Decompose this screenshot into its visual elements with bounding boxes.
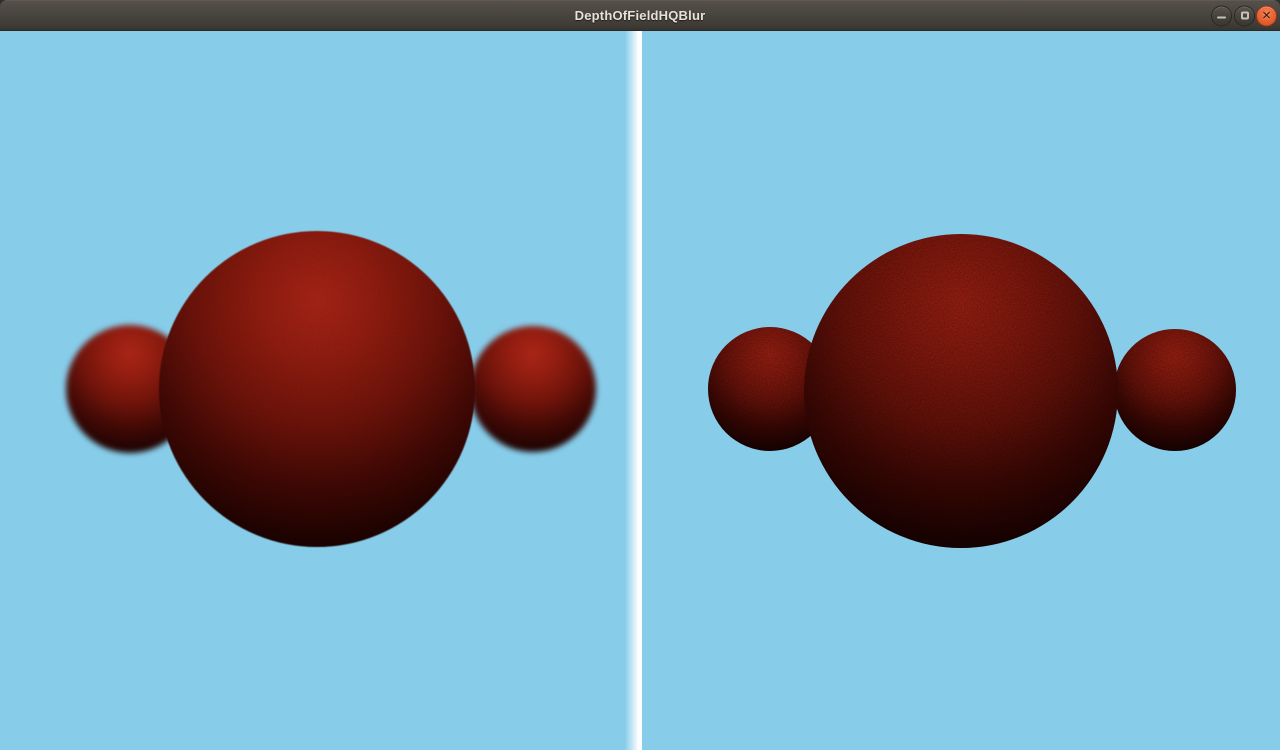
- window-title: DepthOfFieldHQBlur: [0, 1, 1280, 30]
- left-viewport-dof-blur[interactable]: [0, 31, 637, 750]
- app-window: DepthOfFieldHQBlur ✕: [0, 0, 1280, 750]
- maximize-button[interactable]: [1234, 5, 1255, 26]
- left-sphere-grain-overlay: [159, 231, 475, 547]
- right-viewport-sharp[interactable]: [642, 31, 1280, 750]
- minimize-button[interactable]: [1211, 5, 1232, 26]
- left-small-sphere-right: [470, 326, 596, 452]
- minimize-icon: [1217, 16, 1226, 18]
- maximize-icon: [1241, 12, 1249, 20]
- close-button[interactable]: ✕: [1256, 5, 1277, 26]
- render-area: [0, 31, 1280, 750]
- titlebar[interactable]: DepthOfFieldHQBlur ✕: [0, 0, 1280, 31]
- close-icon: ✕: [1261, 10, 1271, 22]
